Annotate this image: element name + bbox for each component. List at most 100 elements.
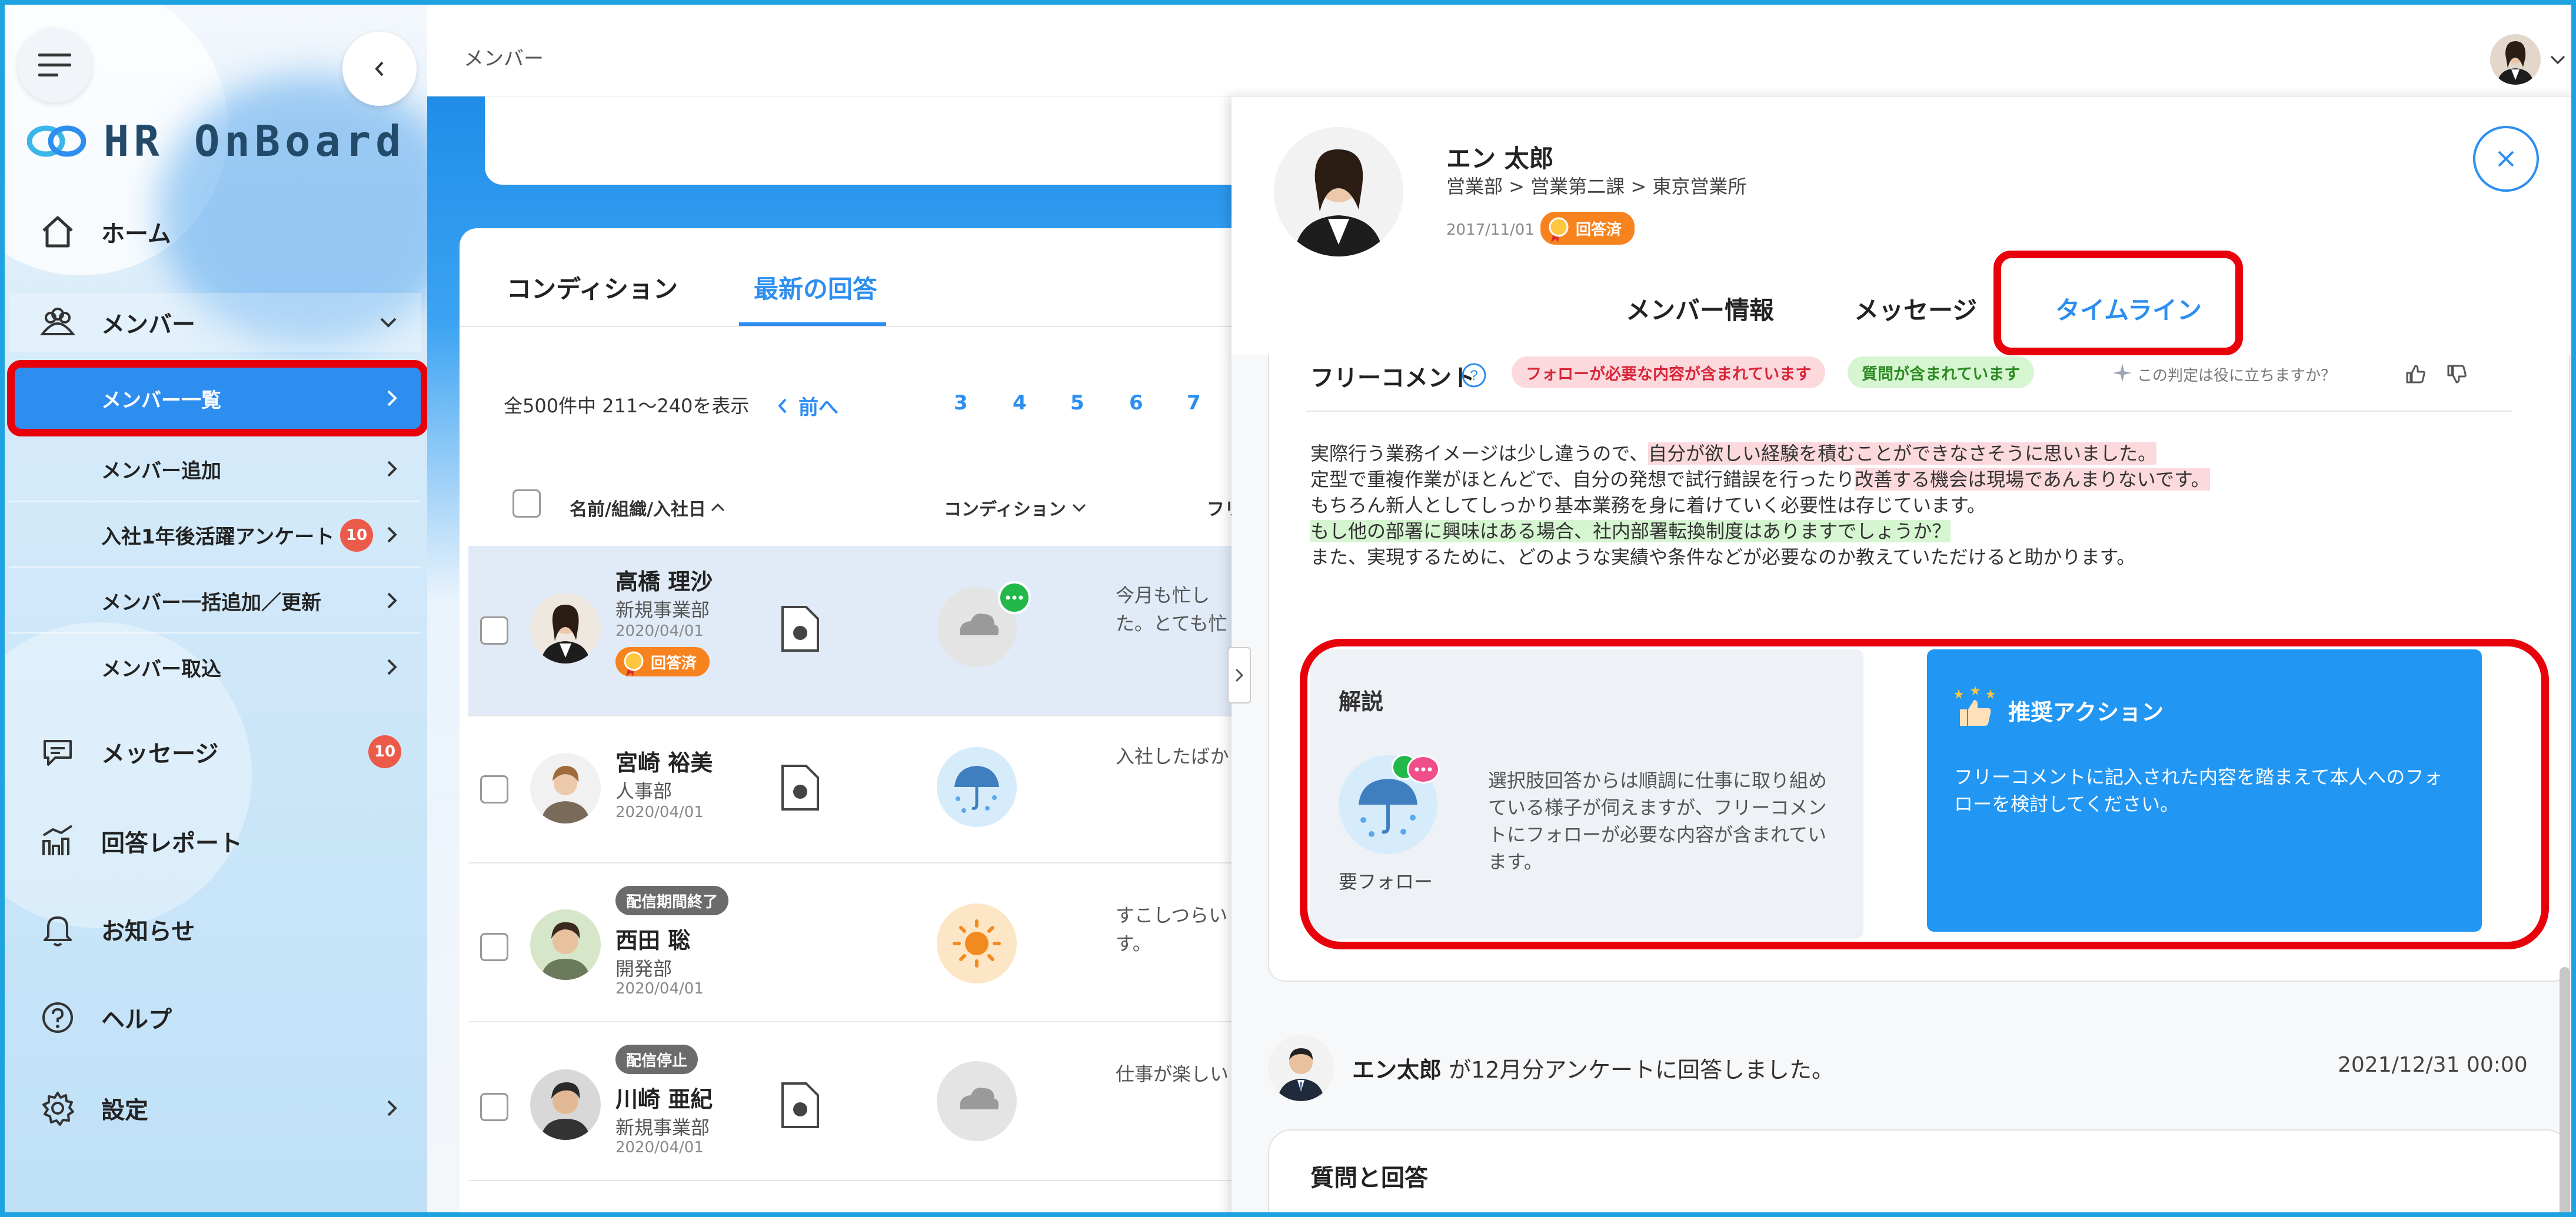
bell-icon (44, 916, 72, 946)
row-checkbox[interactable] (480, 616, 508, 645)
table-row[interactable]: 配信期間終了 西田 聡 開発部 2020/04/01 すこしつらい す。 (468, 863, 1292, 1022)
free-comment-title: フリーコメント (1310, 365, 1475, 392)
highlighted-text: 改善する機会は現場であんまりないです。 (1855, 468, 2210, 491)
status-tag: 配信期間終了 (615, 886, 729, 915)
select-all-checkbox[interactable] (512, 489, 541, 518)
nav-member-add[interactable]: メンバー追加 (9, 437, 421, 502)
member-date: 2020/04/01 (615, 803, 704, 821)
page-4[interactable]: 4 (1013, 391, 1027, 415)
close-panel-button[interactable] (2473, 126, 2539, 192)
chevron-right-icon (1235, 668, 1244, 682)
table-row[interactable]: 宮崎 裕美 人事部 2020/04/01 入社したばか (468, 716, 1292, 863)
page-5[interactable]: 5 (1070, 391, 1084, 415)
page-6[interactable]: 6 (1129, 391, 1143, 415)
table-row[interactable]: 配信停止 川崎 亜紀 新規事業部 2020/04/01 仕事が楽しい (468, 1022, 1292, 1181)
timeline-avatar (1268, 1035, 1334, 1101)
avatar (530, 1069, 601, 1140)
chevron-right-icon (387, 461, 397, 477)
highlight-box (1300, 639, 2549, 949)
row-checkbox[interactable] (480, 775, 508, 803)
column-name[interactable]: 名前/組織/入社日 (570, 495, 725, 521)
column-condition[interactable]: コンディション (944, 495, 1086, 521)
nav-notice[interactable]: お知らせ (9, 897, 421, 962)
member-name[interactable]: 高橋 理沙 (615, 564, 713, 596)
medal-icon (624, 651, 644, 676)
survey-count-badge: 10 (340, 519, 373, 552)
tab-member-info[interactable]: メンバー情報 (1626, 291, 1774, 326)
nav-home-label: ホーム (101, 221, 171, 248)
app-frame: HR OnBoard ホーム メンバー メンバー一覧 メンバー追加 入社1年後活… (0, 0, 2576, 1217)
chevron-right-icon (387, 592, 397, 609)
comment-indicator-icon (998, 581, 1031, 614)
document-icon[interactable] (779, 763, 821, 812)
member-date: 2020/04/01 (615, 622, 704, 640)
condition-icon (937, 581, 1031, 667)
qa-card: 質問と回答 (1268, 1129, 2570, 1212)
nav-bulk-update[interactable]: メンバー一括追加／更新 (9, 569, 421, 633)
prev-page-button[interactable]: 前へ (776, 391, 838, 420)
timeline-author[interactable]: エン太郎 (1352, 1057, 1442, 1083)
status-badge: 回答済 (615, 647, 710, 676)
rain-condition-icon (937, 747, 1017, 827)
tab-latest-answer[interactable]: 最新の回答 (754, 269, 877, 305)
nav-survey[interactable]: 入社1年後活躍アンケート 10 (9, 503, 421, 568)
member-dept: 開発部 (615, 958, 673, 980)
member-name[interactable]: 宮崎 裕美 (615, 745, 713, 777)
chat-icon (44, 740, 72, 766)
question-pill: 質問が含まれています (1848, 356, 2035, 388)
expand-panel-button[interactable] (1227, 647, 1251, 703)
scrollbar[interactable] (2560, 967, 2570, 1212)
help-icon[interactable]: ? (1461, 362, 1487, 388)
column-condition-label: コンディション (944, 499, 1066, 520)
timeline-timestamp: 2021/12/31 00:00 (2338, 1053, 2528, 1077)
timeline-body: フリーコメント ? フォローが必要な内容が含まれています 質問が含まれています … (1232, 355, 2571, 1212)
member-detail-panel: エン 太郎 営業部 > 営業第二課 > 東京営業所 2017/11/01 回答済… (1232, 96, 2571, 1212)
panel-header: エン 太郎 営業部 > 営業第二課 > 東京営業所 2017/11/01 回答済… (1232, 96, 2571, 355)
thumbs-down-icon[interactable] (2445, 362, 2468, 386)
nav-survey-label: 入社1年後活躍アンケート (101, 525, 335, 549)
qa-title: 質問と回答 (1310, 1165, 1428, 1192)
nav-member[interactable]: メンバー (9, 293, 421, 352)
status-badge-label: 回答済 (651, 654, 697, 672)
hamburger-menu-button[interactable] (18, 28, 92, 102)
chevron-left-icon (778, 398, 787, 413)
comment-line: 実際行う業務イメージは少し違うので、自分が欲しい経験を積むことができなさそうに思… (1310, 442, 2157, 465)
chevron-down-icon (380, 318, 397, 328)
row-checkbox[interactable] (480, 1093, 508, 1121)
message-count-badge: 10 (368, 735, 401, 768)
collapse-sidebar-button[interactable] (342, 32, 417, 106)
sunny-condition-icon (937, 903, 1017, 983)
document-icon[interactable] (779, 1081, 821, 1129)
page-7[interactable]: 7 (1187, 391, 1201, 415)
nav-import[interactable]: メンバー取込 (9, 635, 421, 699)
medal-icon (1549, 217, 1569, 242)
avatar (530, 753, 601, 823)
member-date: 2020/04/01 (615, 980, 704, 998)
nav-report[interactable]: 回答レポート (9, 809, 421, 873)
nav-home[interactable]: ホーム (9, 202, 421, 261)
user-avatar[interactable] (2490, 34, 2541, 85)
nav-member-add-label: メンバー追加 (101, 459, 221, 483)
nav-report-label: 回答レポート (101, 830, 242, 857)
nav-help[interactable]: ヘルプ (9, 985, 421, 1050)
comment-line: もちろん新人としてしっかり基本業務を身に着けていく必要性は存じています。 (1310, 494, 1986, 516)
avatar (530, 909, 601, 980)
svg-text:?: ? (1470, 368, 1477, 384)
tab-condition[interactable]: コンディション (507, 269, 678, 305)
logo: HR OnBoard (27, 116, 405, 166)
free-comment-card: フリーコメント ? フォローが必要な内容が含まれています 質問が含まれています … (1268, 355, 2570, 982)
page-3[interactable]: 3 (954, 391, 968, 415)
member-name[interactable]: 西田 聡 (615, 922, 690, 955)
nav-message[interactable]: メッセージ 10 (9, 719, 421, 784)
nav-import-label: メンバー取込 (101, 657, 221, 681)
document-icon[interactable] (779, 605, 821, 653)
thumbs-up-icon[interactable] (2404, 362, 2427, 386)
chevron-down-icon[interactable] (2550, 55, 2565, 65)
gear-icon (42, 1092, 74, 1126)
row-checkbox[interactable] (480, 933, 508, 961)
table-row[interactable]: 高橋 理沙 新規事業部 2020/04/01 回答済 今月も忙し た。とても忙 (468, 546, 1292, 716)
member-name: エン 太郎 (1446, 144, 1554, 173)
tab-message[interactable]: メッセージ (1854, 291, 1977, 326)
nav-settings[interactable]: 設定 (9, 1076, 421, 1141)
member-name[interactable]: 川崎 亜紀 (615, 1081, 713, 1113)
